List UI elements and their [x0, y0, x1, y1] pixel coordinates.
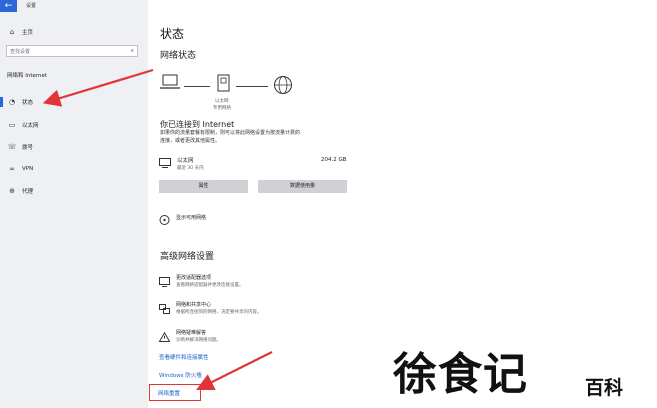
advanced-item-title: 网络和共享中心 [176, 302, 212, 308]
sidebar-item-label: 主页 [22, 30, 34, 36]
advanced-item-desc: 根据所连接到的网络，决定要共享的内容。 [176, 310, 262, 315]
properties-button[interactable]: 属性 [159, 180, 248, 193]
diagram-label: 以太网 [215, 99, 229, 104]
sidebar-item-label: 代理 [22, 189, 34, 195]
sidebar-item-dialup[interactable]: ☏ 拨号 [0, 140, 148, 154]
globe-status-icon: ◔ [8, 98, 16, 106]
ethernet-icon: ▭ [8, 121, 16, 129]
data-usage-button[interactable]: 数据使用量 [258, 180, 347, 193]
sidebar: ← 设置 ⌂ 主页 ⌕ 网络和 Internet ◔ 状态 ▭ 以太网 ☏ 拨号… [0, 0, 148, 408]
search-input[interactable] [10, 47, 120, 56]
search-icon: ⌕ [130, 47, 134, 54]
warning-icon [159, 332, 170, 342]
home-icon: ⌂ [9, 28, 15, 36]
window-title: 设置 [26, 3, 37, 9]
network-reset-link[interactable]: 网络重置 [158, 389, 180, 397]
sidebar-item-label: 拨号 [22, 145, 34, 151]
arrow-left-icon: ← [4, 1, 13, 11]
search-box[interactable]: ⌕ [6, 45, 138, 57]
wireless-icon [159, 215, 170, 225]
connection-line [184, 86, 210, 87]
connection-line [236, 86, 268, 87]
proxy-icon: ⊕ [9, 187, 15, 195]
sidebar-item-home[interactable]: ⌂ 主页 [0, 25, 148, 39]
vpn-icon: ∞ [9, 165, 15, 173]
ethernet-usage: 204.2 GB [321, 157, 347, 163]
sidebar-item-status[interactable]: ◔ 状态 [0, 95, 148, 109]
connected-heading: 你已连接到 Internet [160, 120, 235, 129]
sidebar-section-title: 网络和 Internet [7, 73, 48, 79]
advanced-item-title: 更改适配器选项 [176, 275, 212, 281]
advanced-item-title: 网络疑难解答 [176, 330, 207, 336]
watermark-logo: 徐食记 [393, 349, 528, 400]
ethernet-icon [159, 158, 171, 168]
watermark-sub: 百科 [585, 377, 624, 399]
sidebar-item-label: 状态 [22, 100, 34, 106]
globe-icon [274, 76, 292, 94]
sidebar-item-ethernet[interactable]: ▭ 以太网 [0, 118, 148, 132]
page-title: 状态 [160, 27, 185, 41]
router-icon [217, 74, 230, 92]
connected-desc-line2: 连接，或者更改其他属性。 [160, 138, 221, 144]
advanced-item-desc: 诊断并解决网络问题。 [176, 338, 221, 343]
sidebar-item-label: VPN [22, 166, 34, 172]
connected-desc-line1: 如果你的流量套餐有限制，则可以将此网络设置为按流量计费的 [160, 130, 301, 136]
adapter-icon [159, 277, 170, 287]
sidebar-item-vpn[interactable]: ∞ VPN [0, 162, 148, 176]
network-status-heading: 网络状态 [160, 51, 197, 61]
computer-icon [160, 74, 180, 89]
sidebar-item-proxy[interactable]: ⊕ 代理 [0, 184, 148, 198]
dialup-icon: ☏ [7, 143, 17, 151]
sidebar-item-label: 以太网 [22, 123, 39, 129]
ethernet-time: 最近 30 天内 [177, 166, 204, 171]
title-bar: ← 设置 [0, 0, 148, 12]
advanced-settings-heading: 高级网络设置 [160, 252, 215, 262]
sharing-icon [159, 304, 170, 314]
windows-firewall-link[interactable]: Windows 防火墙 [159, 371, 202, 379]
advanced-item-desc: 查看网络适配器并更改连接设置。 [176, 283, 244, 288]
back-button[interactable]: ← [0, 0, 17, 12]
hardware-properties-link[interactable]: 查看硬件和连接属性 [159, 353, 209, 361]
show-available-networks-link[interactable]: 显示可用网络 [176, 214, 206, 221]
ethernet-name: 以太网 [177, 158, 194, 164]
diagram-sublabel: 专用网络 [213, 106, 231, 111]
